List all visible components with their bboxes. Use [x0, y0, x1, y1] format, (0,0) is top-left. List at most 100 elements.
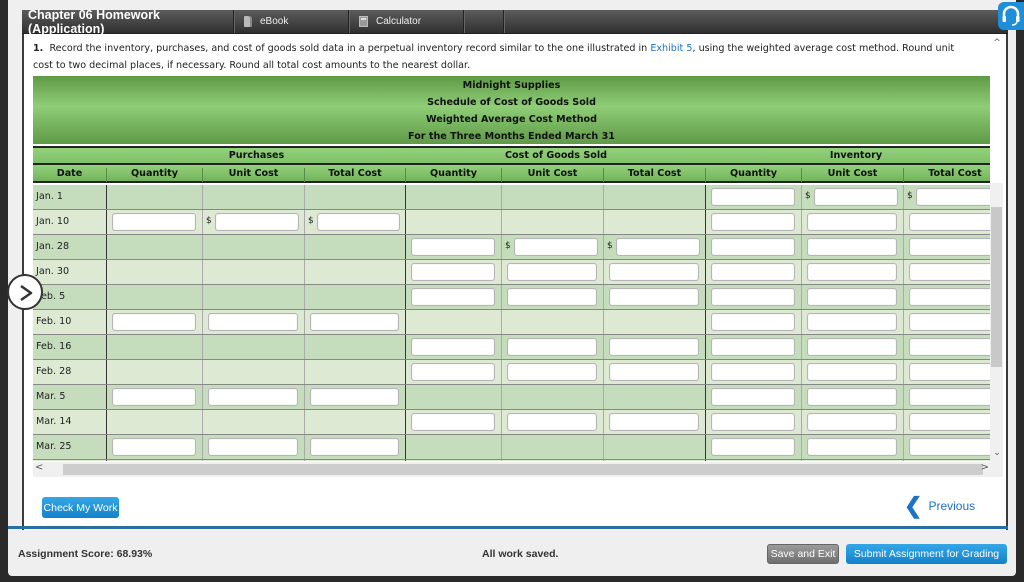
cell-purchases-quantity — [107, 310, 203, 334]
inventory-unit-cost-input[interactable] — [807, 313, 897, 331]
cell-inventory-unit-cost — [802, 210, 904, 234]
inventory-total-cost-input[interactable] — [909, 213, 990, 231]
save-and-exit-button[interactable]: Save and Exit — [767, 544, 839, 564]
inventory-quantity-input[interactable] — [711, 413, 795, 431]
purchases-quantity-input[interactable] — [112, 313, 196, 331]
inventory-unit-cost-input[interactable] — [807, 413, 897, 431]
inventory-quantity-input[interactable] — [711, 238, 795, 256]
cogs-total-cost-input[interactable] — [609, 288, 699, 306]
inventory-quantity-input[interactable] — [711, 338, 795, 356]
cogs-quantity-input[interactable] — [411, 363, 495, 381]
cogs-unit-cost-input[interactable] — [514, 238, 598, 256]
purchases-unit-cost-input[interactable] — [208, 388, 298, 406]
cogs-quantity-input[interactable] — [411, 288, 495, 306]
inventory-total-cost-input[interactable] — [909, 263, 990, 281]
row-date: Mar. 25 — [36, 441, 72, 452]
purchases-total-cost-input[interactable] — [310, 313, 399, 331]
inventory-unit-cost-input[interactable] — [807, 288, 897, 306]
purchases-unit-cost-input[interactable] — [215, 213, 299, 231]
help-button[interactable] — [998, 2, 1024, 30]
vertical-scrollbar[interactable] — [990, 183, 1003, 463]
cogs-total-cost-input[interactable] — [609, 363, 699, 381]
inventory-quantity-input[interactable] — [711, 213, 795, 231]
cogs-unit-cost-input[interactable] — [507, 338, 597, 356]
cell-date — [33, 460, 107, 461]
inventory-unit-cost-input[interactable] — [807, 338, 897, 356]
cogs-total-cost-input[interactable] — [609, 338, 699, 356]
cogs-unit-cost-input[interactable] — [507, 288, 597, 306]
cogs-quantity-input[interactable] — [411, 413, 495, 431]
inventory-quantity-input[interactable] — [711, 363, 795, 381]
table-row: Mar. 14 — [33, 410, 990, 435]
inventory-total-cost-input[interactable] — [909, 288, 990, 306]
vertical-scroll-thumb[interactable] — [991, 207, 1002, 367]
cell-date: Feb. 28 — [33, 360, 107, 384]
expand-panel-button[interactable] — [7, 274, 43, 310]
inventory-total-cost-input[interactable] — [909, 338, 990, 356]
inventory-total-cost-input[interactable] — [916, 188, 990, 206]
exhibit-link[interactable]: Exhibit 5 — [650, 43, 692, 54]
purchases-quantity-input[interactable] — [112, 388, 196, 406]
cogs-unit-cost-input[interactable] — [507, 263, 597, 281]
purchases-quantity-input[interactable] — [112, 213, 196, 231]
cogs-total-cost-input[interactable] — [616, 238, 700, 256]
inventory-total-cost-input[interactable] — [909, 238, 990, 256]
horizontal-scroll-thumb[interactable] — [63, 464, 983, 475]
inventory-quantity-input[interactable] — [711, 288, 795, 306]
cogs-unit-cost-input[interactable] — [507, 363, 597, 381]
inventory-total-cost-input[interactable] — [909, 363, 990, 381]
assignment-header: Chapter 06 Homework (Application) eBook … — [22, 8, 1008, 36]
purchases-total-cost-input[interactable] — [310, 438, 399, 456]
cell-cogs-quantity — [406, 435, 502, 459]
cogs-quantity-input[interactable] — [411, 263, 495, 281]
table-row: Jan. 30 — [33, 260, 990, 285]
scroll-left-arrow[interactable]: < — [35, 462, 43, 473]
inventory-quantity-input[interactable] — [711, 188, 795, 206]
cell-cogs-total-cost — [604, 310, 706, 334]
tab-calculator[interactable]: Calculator — [349, 10, 464, 33]
inventory-unit-cost-input[interactable] — [807, 213, 897, 231]
scroll-right-arrow[interactable]: > — [981, 462, 989, 473]
purchases-total-cost-input[interactable] — [317, 213, 400, 231]
inventory-total-cost-input[interactable] — [909, 413, 990, 431]
inventory-total-cost-input[interactable] — [909, 313, 990, 331]
scroll-down-arrow[interactable]: ⌄ — [990, 448, 1004, 458]
inventory-quantity-input[interactable] — [711, 388, 795, 406]
column-header-cogs-total-cost: Total Cost — [604, 168, 706, 182]
column-header-date: Date — [33, 168, 107, 182]
purchases-unit-cost-input[interactable] — [208, 313, 298, 331]
row-date: Feb. 28 — [36, 366, 72, 377]
cogs-quantity-input[interactable] — [411, 338, 495, 356]
scroll-up-arrow[interactable]: ^ — [990, 38, 1004, 48]
row-date: Jan. 1 — [36, 191, 63, 202]
cogs-total-cost-input[interactable] — [609, 263, 699, 281]
submit-assignment-button[interactable]: Submit Assignment for Grading — [846, 544, 1007, 564]
inventory-quantity-input[interactable] — [711, 263, 795, 281]
previous-button[interactable]: ❮ Previous — [904, 495, 975, 517]
purchases-total-cost-input[interactable] — [310, 388, 399, 406]
inventory-unit-cost-input[interactable] — [807, 363, 897, 381]
horizontal-scrollbar[interactable]: < > — [33, 462, 1003, 477]
purchases-quantity-input[interactable] — [112, 438, 196, 456]
row-date: Feb. 16 — [36, 341, 72, 352]
inventory-unit-cost-input[interactable] — [807, 388, 897, 406]
cell-purchases-total-cost — [305, 435, 406, 459]
tab-ebook[interactable]: eBook — [234, 10, 349, 33]
inventory-unit-cost-input[interactable] — [807, 438, 897, 456]
inventory-unit-cost-input[interactable] — [807, 263, 897, 281]
group-purchases: Purchases — [228, 150, 285, 161]
inventory-quantity-input[interactable] — [711, 313, 795, 331]
tab-ebook-label: eBook — [260, 16, 289, 27]
cogs-unit-cost-input[interactable] — [507, 413, 597, 431]
purchases-unit-cost-input[interactable] — [208, 438, 298, 456]
inventory-total-cost-input[interactable] — [909, 388, 990, 406]
inventory-unit-cost-input[interactable] — [814, 188, 898, 206]
cogs-quantity-input[interactable] — [411, 238, 495, 256]
cell-inventory-total-cost — [904, 210, 990, 234]
cell-cogs-total-cost: $ — [604, 235, 706, 259]
inventory-total-cost-input[interactable] — [909, 438, 990, 456]
inventory-quantity-input[interactable] — [711, 438, 795, 456]
check-my-work-button[interactable]: Check My Work — [42, 497, 119, 518]
inventory-unit-cost-input[interactable] — [807, 238, 897, 256]
cogs-total-cost-input[interactable] — [609, 413, 699, 431]
